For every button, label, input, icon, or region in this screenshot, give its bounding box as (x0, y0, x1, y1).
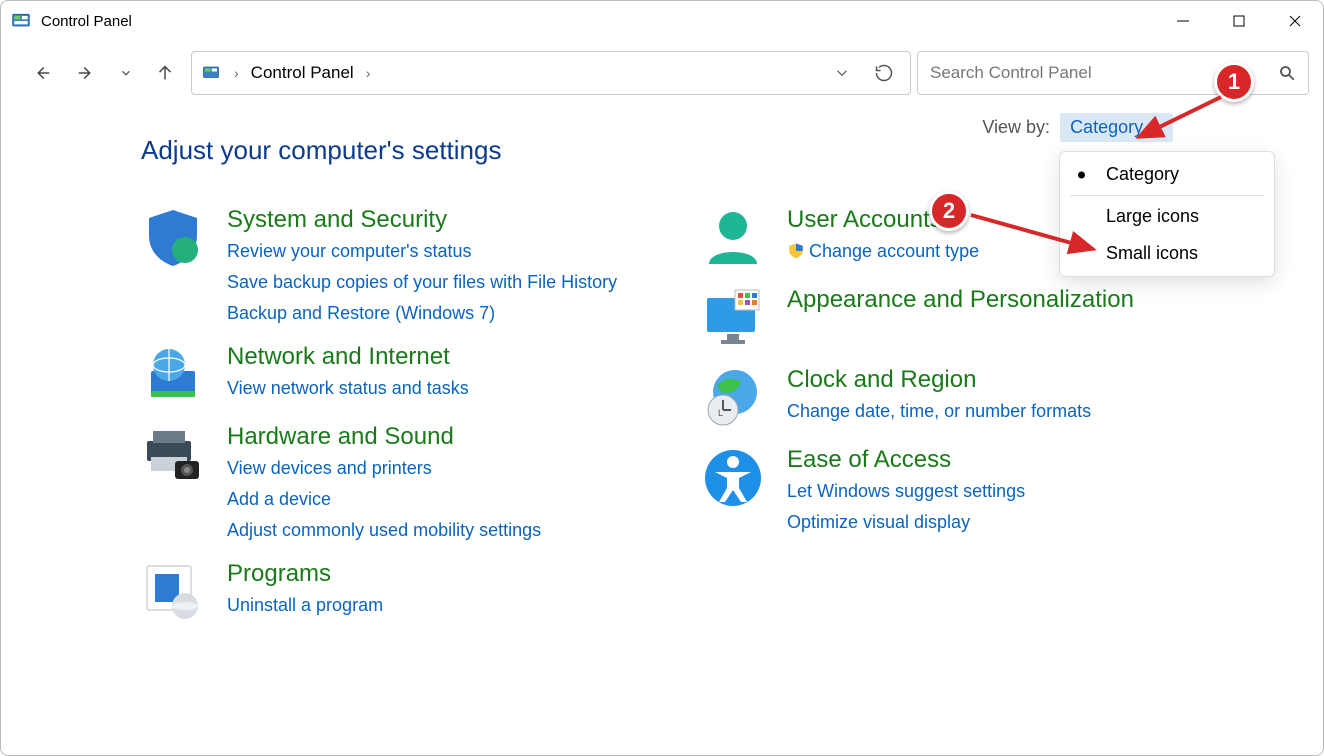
control-panel-icon (200, 64, 222, 82)
menu-item-category[interactable]: Category (1060, 156, 1274, 193)
annotation-badge-2: 2 (929, 191, 969, 231)
category-sublink[interactable]: Adjust commonly used mobility settings (227, 517, 541, 544)
address-bar[interactable]: › Control Panel › (191, 51, 911, 95)
search-icon (1278, 64, 1296, 82)
category-sublink[interactable]: Change date, time, or number formats (787, 398, 1091, 425)
up-button[interactable] (145, 53, 185, 93)
refresh-button[interactable] (866, 63, 902, 83)
view-by-value: Category (1070, 117, 1143, 138)
category-title-link[interactable]: Network and Internet (227, 343, 469, 371)
view-by-label: View by: (982, 117, 1050, 138)
category-sublink[interactable]: View devices and printers (227, 455, 541, 482)
category-title-link[interactable]: System and Security (227, 206, 617, 234)
menu-item-large-icons[interactable]: Large icons (1060, 198, 1274, 235)
category-hardware-sound: Hardware and Sound View devices and prin… (141, 423, 631, 544)
category-programs: Programs Uninstall a program (141, 560, 631, 624)
caret-down-icon: ▼ (1151, 121, 1163, 135)
category-sublink[interactable]: Review your computer's status (227, 238, 617, 265)
recent-locations-button[interactable] (113, 53, 139, 93)
svg-text:L: L (718, 408, 723, 418)
category-title-link[interactable]: Clock and Region (787, 366, 1091, 394)
category-sublink-text: Change account type (809, 241, 979, 261)
category-sublink[interactable]: Change account type (787, 238, 979, 265)
category-sublink[interactable]: Uninstall a program (227, 592, 383, 619)
addressbar-dropdown-button[interactable] (824, 64, 860, 82)
menu-item-label: Category (1106, 164, 1179, 184)
category-title-link[interactable]: Programs (227, 560, 383, 588)
maximize-button[interactable] (1211, 1, 1267, 41)
category-sublink[interactable]: Optimize visual display (787, 509, 1025, 536)
category-title-link[interactable]: Ease of Access (787, 446, 1025, 474)
category-network-internet: Network and Internet View network status… (141, 343, 631, 407)
navigation-row: › Control Panel › (1, 41, 1323, 105)
category-column-left: System and Security Review your computer… (141, 206, 631, 640)
category-clock-region: L Clock and Region Change date, time, or… (701, 366, 1191, 430)
page-title: Adjust your computer's settings (141, 135, 501, 166)
annotation-badge-text: 2 (943, 198, 955, 224)
uac-shield-icon (787, 242, 805, 260)
annotation-badge-1: 1 (1214, 62, 1254, 102)
category-sublink[interactable]: Save backup copies of your files with Fi… (227, 269, 617, 296)
annotation-badge-text: 1 (1228, 69, 1240, 95)
back-button[interactable] (21, 53, 61, 93)
selected-bullet-icon (1078, 171, 1085, 178)
menu-separator (1070, 195, 1264, 196)
breadcrumb-chevron-icon[interactable]: › (360, 65, 377, 81)
main-content: Adjust your computer's settings View by:… (1, 105, 1323, 640)
category-ease-of-access: Ease of Access Let Windows suggest setti… (701, 446, 1191, 536)
window-title: Control Panel (41, 13, 1155, 30)
minimize-button[interactable] (1155, 1, 1211, 41)
user-icon (701, 206, 765, 270)
monitor-personalize-icon (701, 286, 765, 350)
clock-globe-icon: L (701, 366, 765, 430)
view-by-control: View by: Category ▼ (982, 113, 1173, 142)
view-by-dropdown-button[interactable]: Category ▼ (1060, 113, 1173, 142)
menu-item-label: Small icons (1106, 243, 1198, 263)
printer-camera-icon (141, 423, 205, 487)
control-panel-app-icon (11, 11, 31, 31)
programs-icon (141, 560, 205, 624)
category-title-link[interactable]: Hardware and Sound (227, 423, 541, 451)
category-sublink[interactable]: Add a device (227, 486, 541, 513)
shield-icon (141, 206, 205, 270)
breadcrumb-chevron-icon[interactable]: › (228, 65, 245, 81)
category-sublink[interactable]: View network status and tasks (227, 375, 469, 402)
window-controls (1155, 1, 1323, 41)
close-button[interactable] (1267, 1, 1323, 41)
category-appearance-personalization: Appearance and Personalization (701, 286, 1191, 350)
category-sublink[interactable]: Backup and Restore (Windows 7) (227, 300, 617, 327)
view-by-dropdown-menu: Category Large icons Small icons (1059, 151, 1275, 277)
category-sublink[interactable]: Let Windows suggest settings (787, 478, 1025, 505)
titlebar: Control Panel (1, 1, 1323, 41)
menu-item-small-icons[interactable]: Small icons (1060, 235, 1274, 272)
accessibility-icon (701, 446, 765, 510)
category-system-security: System and Security Review your computer… (141, 206, 631, 327)
forward-button[interactable] (67, 53, 107, 93)
category-title-link[interactable]: Appearance and Personalization (787, 286, 1134, 314)
breadcrumb-control-panel[interactable]: Control Panel (251, 63, 354, 83)
globe-monitor-icon (141, 343, 205, 407)
menu-item-label: Large icons (1106, 206, 1199, 226)
